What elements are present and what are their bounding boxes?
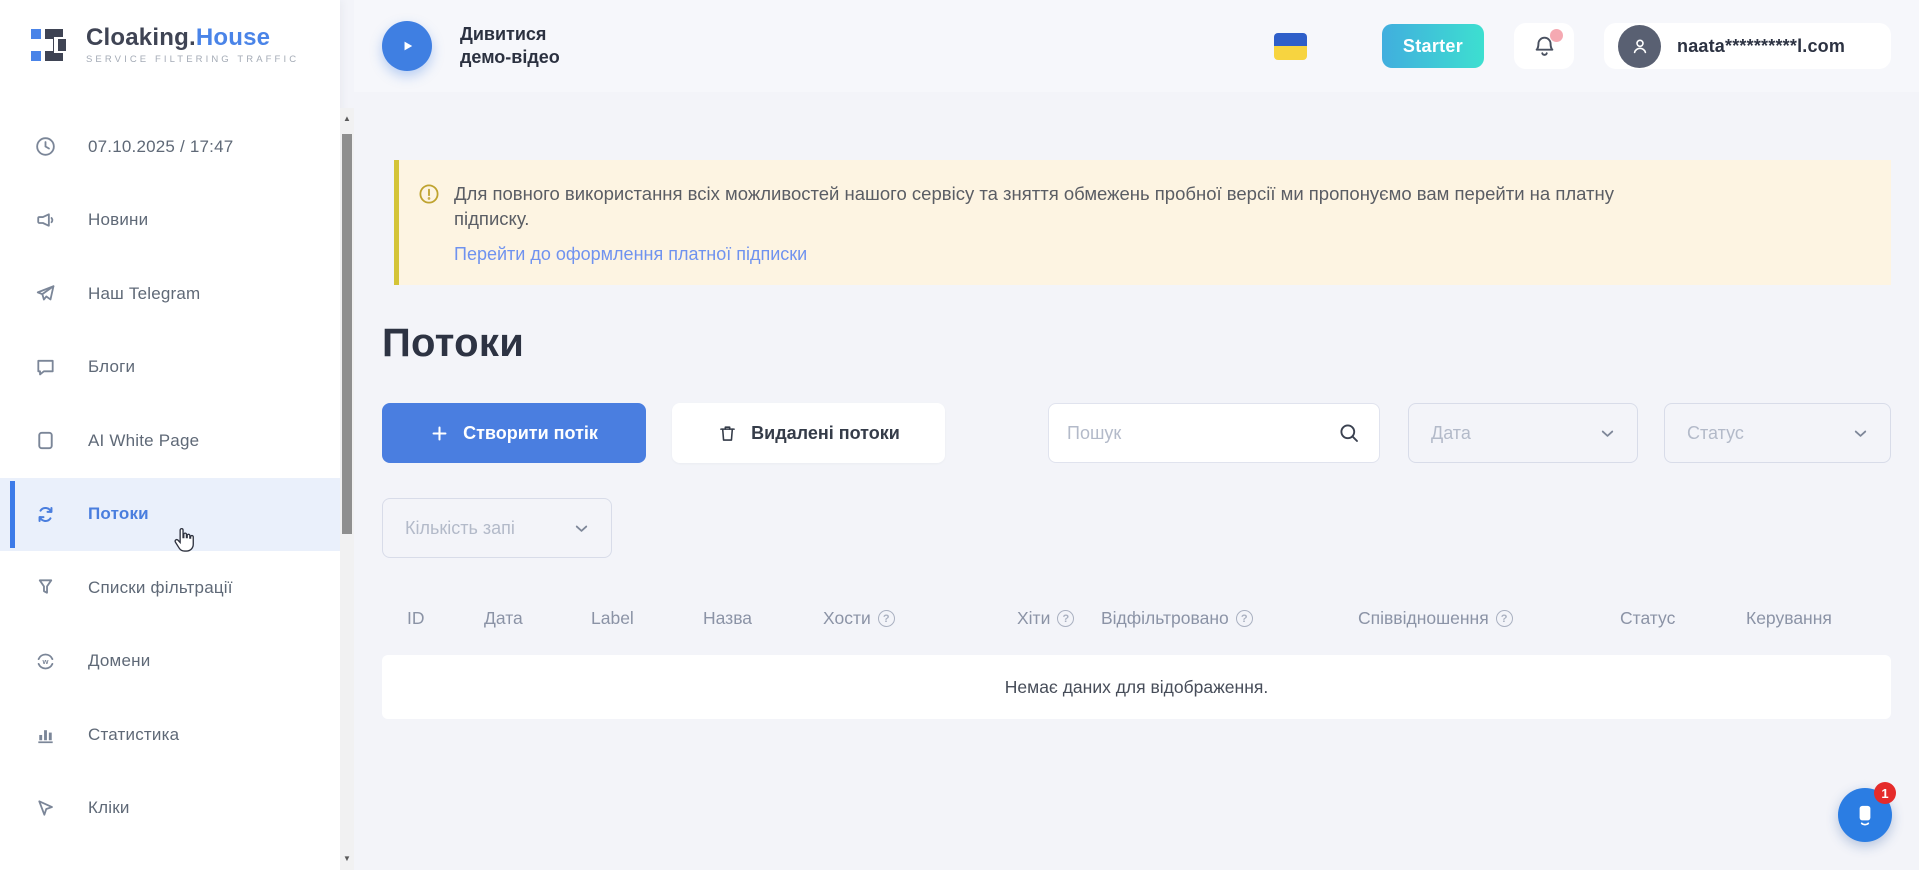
brand-logo-icon: [30, 22, 76, 68]
search-input[interactable]: [1067, 423, 1337, 444]
banner-message: Для повного використання всіх можливосте…: [454, 181, 1644, 231]
status-filter-dropdown[interactable]: Статус: [1664, 403, 1891, 463]
empty-state-text: Немає даних для відображення.: [1005, 677, 1268, 698]
clock-icon: [33, 134, 58, 159]
sidebar-item-label: AI White Page: [88, 431, 199, 451]
funnel-icon: [33, 575, 58, 600]
megaphone-icon: [33, 208, 58, 233]
notification-dot: [1550, 29, 1563, 42]
sidebar-menu: 07.10.2025 / 17:47 Новини Наш Telegram Б…: [0, 110, 340, 845]
chevron-down-icon: [572, 519, 591, 538]
create-stream-button[interactable]: Створити потік: [382, 403, 646, 463]
chat-unread-badge: 1: [1874, 782, 1896, 804]
brand-name-dark: Cloaking.: [86, 24, 196, 51]
help-icon[interactable]: ?: [1057, 610, 1074, 627]
sidebar-item-clicks[interactable]: Кліки: [0, 772, 340, 846]
sidebar-item-label: Блоги: [88, 357, 135, 377]
sidebar-item-streams[interactable]: Потоки: [0, 478, 340, 552]
chat-messenger-icon: [1852, 801, 1878, 829]
sidebar-item-label: Домени: [88, 651, 150, 671]
sidebar-item-filter-lists[interactable]: Списки фільтрації: [0, 551, 340, 625]
chat-widget-button[interactable]: 1: [1838, 788, 1892, 842]
col-header-actions: Керування: [1746, 608, 1832, 629]
domain-w-icon: w: [33, 649, 58, 674]
scroll-up-arrow[interactable]: ▲: [340, 110, 354, 126]
play-icon: [396, 35, 418, 57]
col-header-filtered: Відфільтровано?: [1101, 608, 1253, 629]
col-header-id: ID: [407, 608, 425, 629]
page-title: Потоки: [382, 321, 1891, 366]
telegram-icon: [33, 281, 58, 306]
person-icon: [1628, 34, 1652, 58]
trash-icon: [717, 423, 738, 444]
sidebar-item-blogs[interactable]: Блоги: [0, 331, 340, 405]
col-header-status: Статус: [1620, 608, 1675, 629]
plus-icon: [430, 424, 449, 443]
sidebar-item-label: Потоки: [88, 504, 149, 524]
brand-tagline: SERVICE FILTERING TRAFFIC: [86, 54, 299, 65]
bar-chart-icon: [33, 722, 58, 747]
warning-icon: [417, 182, 441, 206]
deleted-streams-button[interactable]: Видалені потоки: [672, 403, 945, 463]
topbar-right: Starter naata**********l.com: [1274, 23, 1891, 69]
col-header-name: Назва: [703, 608, 752, 629]
notifications-button[interactable]: [1514, 23, 1574, 69]
col-header-date: Дата: [484, 608, 523, 629]
sidebar-item-label: Новини: [88, 210, 148, 230]
sidebar-item-label: Наш Telegram: [88, 284, 200, 304]
plan-badge[interactable]: Starter: [1382, 24, 1484, 68]
date-filter-dropdown[interactable]: Дата: [1408, 403, 1638, 463]
upgrade-subscription-link[interactable]: Перейти до оформлення платної підписки: [454, 244, 807, 265]
col-header-ratio: Співвідношення?: [1358, 608, 1513, 629]
brand-logo[interactable]: Cloaking.House SERVICE FILTERING TRAFFIC: [0, 0, 340, 68]
help-icon[interactable]: ?: [1496, 610, 1513, 627]
search-field[interactable]: [1048, 403, 1380, 463]
toolbar-row-1: Створити потік Видалені потоки Дата Стат…: [382, 403, 1891, 463]
ukraine-flag-language-switcher[interactable]: [1274, 33, 1307, 60]
sync-icon: [33, 502, 58, 527]
sidebar-scrollbar: ▲ ▼: [340, 108, 354, 870]
topbar: Дивитися демо-відео Starter naata*******…: [354, 0, 1919, 92]
sidebar-item-label: Кліки: [88, 798, 130, 818]
brand-logo-text: Cloaking.House SERVICE FILTERING TRAFFIC: [86, 25, 299, 65]
svg-text:w: w: [42, 657, 49, 666]
help-icon[interactable]: ?: [878, 610, 895, 627]
sidebar-item-label: Статистика: [88, 725, 179, 745]
sidebar-item-telegram[interactable]: Наш Telegram: [0, 257, 340, 331]
sidebar-item-statistics[interactable]: Статистика: [0, 698, 340, 772]
chat-bubble-icon: [33, 355, 58, 380]
demo-video-play-button[interactable]: [382, 21, 432, 71]
main-content: Дивитися демо-відео Starter naata*******…: [354, 0, 1919, 870]
sidebar-item-label: 07.10.2025 / 17:47: [88, 137, 233, 157]
per-page-dropdown[interactable]: Кількість запі: [382, 498, 612, 558]
demo-video-label[interactable]: Дивитися демо-відео: [460, 23, 560, 69]
trial-warning-banner: Для повного використання всіх можливосте…: [394, 160, 1891, 285]
col-header-hits: Хіти?: [1017, 608, 1074, 629]
col-header-label: Label: [591, 608, 634, 629]
scrollbar-thumb[interactable]: [342, 134, 352, 534]
help-icon[interactable]: ?: [1236, 610, 1253, 627]
sidebar-item-news[interactable]: Новини: [0, 184, 340, 258]
table-empty-row: Немає даних для відображення.: [382, 655, 1891, 719]
col-header-hosts: Хости?: [823, 608, 895, 629]
sidebar: Cloaking.House SERVICE FILTERING TRAFFIC…: [0, 0, 340, 870]
scroll-down-arrow[interactable]: ▼: [340, 850, 354, 866]
sidebar-item-datetime: 07.10.2025 / 17:47: [0, 110, 340, 184]
sidebar-item-ai-white-page[interactable]: AI White Page: [0, 404, 340, 478]
chevron-down-icon: [1851, 424, 1870, 443]
streams-table-header: ID Дата Label Назва Хости? Хіти? Відфіль…: [382, 608, 1891, 632]
toolbar-row-2: Кількість запі: [382, 498, 1891, 558]
sidebar-item-label: Списки фільтрації: [88, 578, 233, 598]
brand-name-accent: House: [196, 24, 270, 51]
avatar: [1618, 25, 1661, 68]
user-account-button[interactable]: naata**********l.com: [1604, 23, 1891, 69]
page-icon: [33, 428, 58, 453]
search-icon: [1337, 421, 1361, 445]
app-window: Cloaking.House SERVICE FILTERING TRAFFIC…: [0, 0, 1919, 870]
chevron-down-icon: [1598, 424, 1617, 443]
user-email: naata**********l.com: [1677, 36, 1845, 57]
sidebar-item-domains[interactable]: w Домени: [0, 625, 340, 699]
cursor-icon: [33, 796, 58, 821]
